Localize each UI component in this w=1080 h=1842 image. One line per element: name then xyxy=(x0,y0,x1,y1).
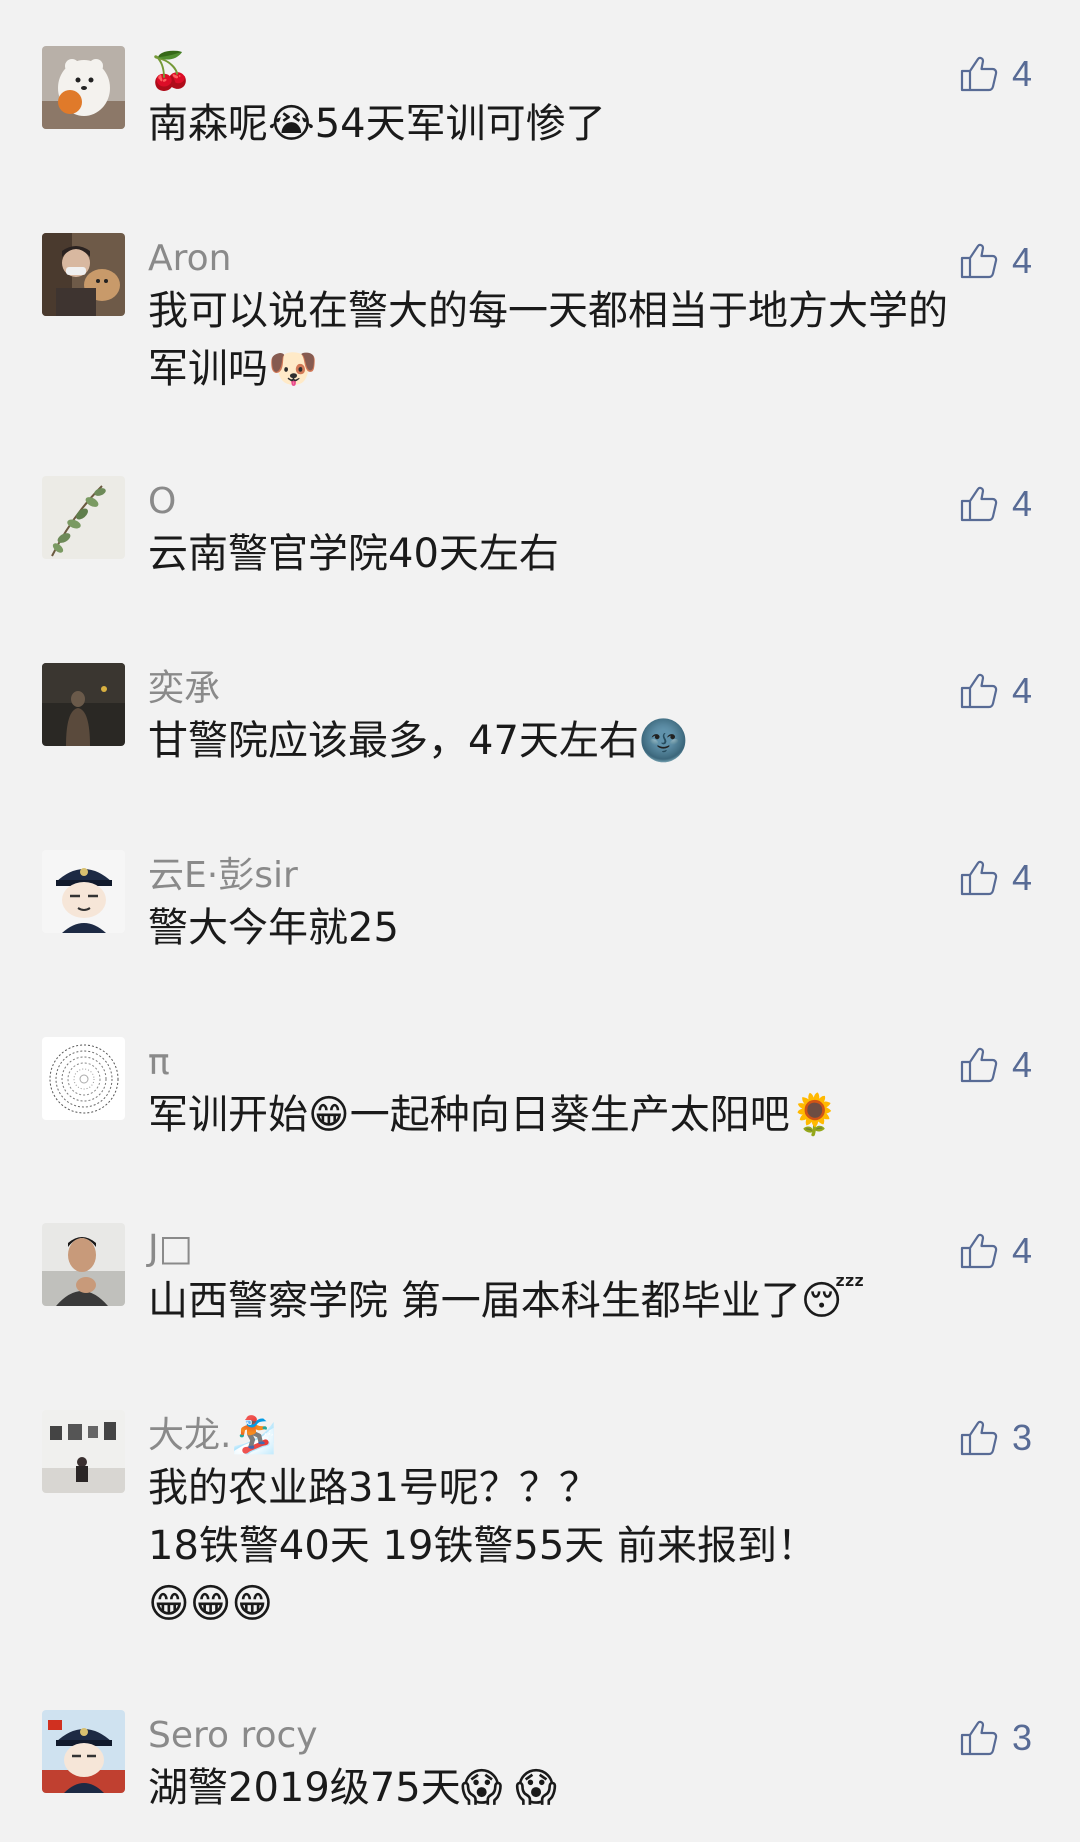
comment-author[interactable]: J□ xyxy=(148,1227,193,1271)
like-button[interactable]: 4 xyxy=(958,46,1032,102)
avatar[interactable] xyxy=(42,1037,125,1120)
comment-text: 云南警官学院40天左右 xyxy=(148,531,559,577)
comment-text: 军训吗🐶 xyxy=(148,346,318,392)
like-count: 4 xyxy=(1012,53,1033,94)
like-button[interactable]: 4 xyxy=(958,663,1032,719)
comment-text: 我的农业路31号呢？？？ xyxy=(148,1465,599,1511)
thumbs-up-icon xyxy=(960,1047,998,1083)
like-button[interactable]: 4 xyxy=(958,1037,1032,1093)
like-button[interactable]: 3 xyxy=(958,1410,1032,1466)
like-button[interactable]: 4 xyxy=(958,1223,1032,1279)
thumbs-up-icon xyxy=(960,1420,998,1456)
like-count: 4 xyxy=(1012,240,1033,281)
comment-text: 甘警院应该最多，47天左右🌚 xyxy=(148,718,689,764)
comment-author[interactable]: 🍒 xyxy=(148,50,193,94)
thumbs-up-icon xyxy=(960,486,998,522)
avatar[interactable] xyxy=(42,233,125,316)
comment-author[interactable]: π xyxy=(148,1041,170,1085)
thumbs-up-icon xyxy=(960,1720,998,1756)
avatar[interactable] xyxy=(42,476,125,559)
avatar[interactable] xyxy=(42,1223,125,1306)
comment-text: 警大今年就25 xyxy=(148,905,399,951)
avatar[interactable] xyxy=(42,1710,125,1793)
comment-text: 湖警2019级75天😱 😱 xyxy=(148,1765,557,1811)
comment-author[interactable]: O xyxy=(148,480,176,524)
like-button[interactable]: 4 xyxy=(958,233,1032,289)
thumbs-up-icon xyxy=(960,860,998,896)
comment-author[interactable]: 大龙.🏂 xyxy=(148,1414,276,1458)
like-count: 4 xyxy=(1012,670,1033,711)
avatar[interactable] xyxy=(42,663,125,746)
like-count: 4 xyxy=(1012,1044,1033,1085)
comment-text: 南森呢😭54天军训可惨了 xyxy=(148,101,606,147)
like-button[interactable]: 3 xyxy=(958,1710,1032,1766)
like-count: 4 xyxy=(1012,1230,1033,1271)
thumbs-up-icon xyxy=(960,56,998,92)
like-count: 3 xyxy=(1012,1717,1033,1758)
comment-author[interactable]: Sero rocy xyxy=(148,1714,318,1758)
like-count: 4 xyxy=(1012,483,1033,524)
thumbs-up-icon xyxy=(960,673,998,709)
comment-text: 😁😁😁 xyxy=(148,1581,274,1627)
comment-text: 山西警察学院 第一届本科生都毕业了😴 xyxy=(148,1278,865,1324)
like-count: 3 xyxy=(1012,1417,1033,1458)
avatar[interactable] xyxy=(42,850,125,933)
thumbs-up-icon xyxy=(960,243,998,279)
comment-author[interactable]: 云E·彭sir xyxy=(148,854,298,898)
avatar[interactable] xyxy=(42,1410,125,1493)
comment-author[interactable]: Aron xyxy=(148,237,231,281)
comment-text: 军训开始😁一起种向日葵生产太阳吧🌻 xyxy=(148,1092,840,1138)
thumbs-up-icon xyxy=(960,1233,998,1269)
like-button[interactable]: 4 xyxy=(958,476,1032,532)
like-button[interactable]: 4 xyxy=(958,850,1032,906)
avatar[interactable] xyxy=(42,46,125,129)
like-count: 4 xyxy=(1012,857,1033,898)
comment-author[interactable]: 奕承 xyxy=(148,667,220,711)
comment-text: 18铁警40天 19铁警55天 前来报到！ xyxy=(148,1523,818,1569)
comment-text: 我可以说在警大的每一天都相当于地方大学的 xyxy=(148,288,948,334)
